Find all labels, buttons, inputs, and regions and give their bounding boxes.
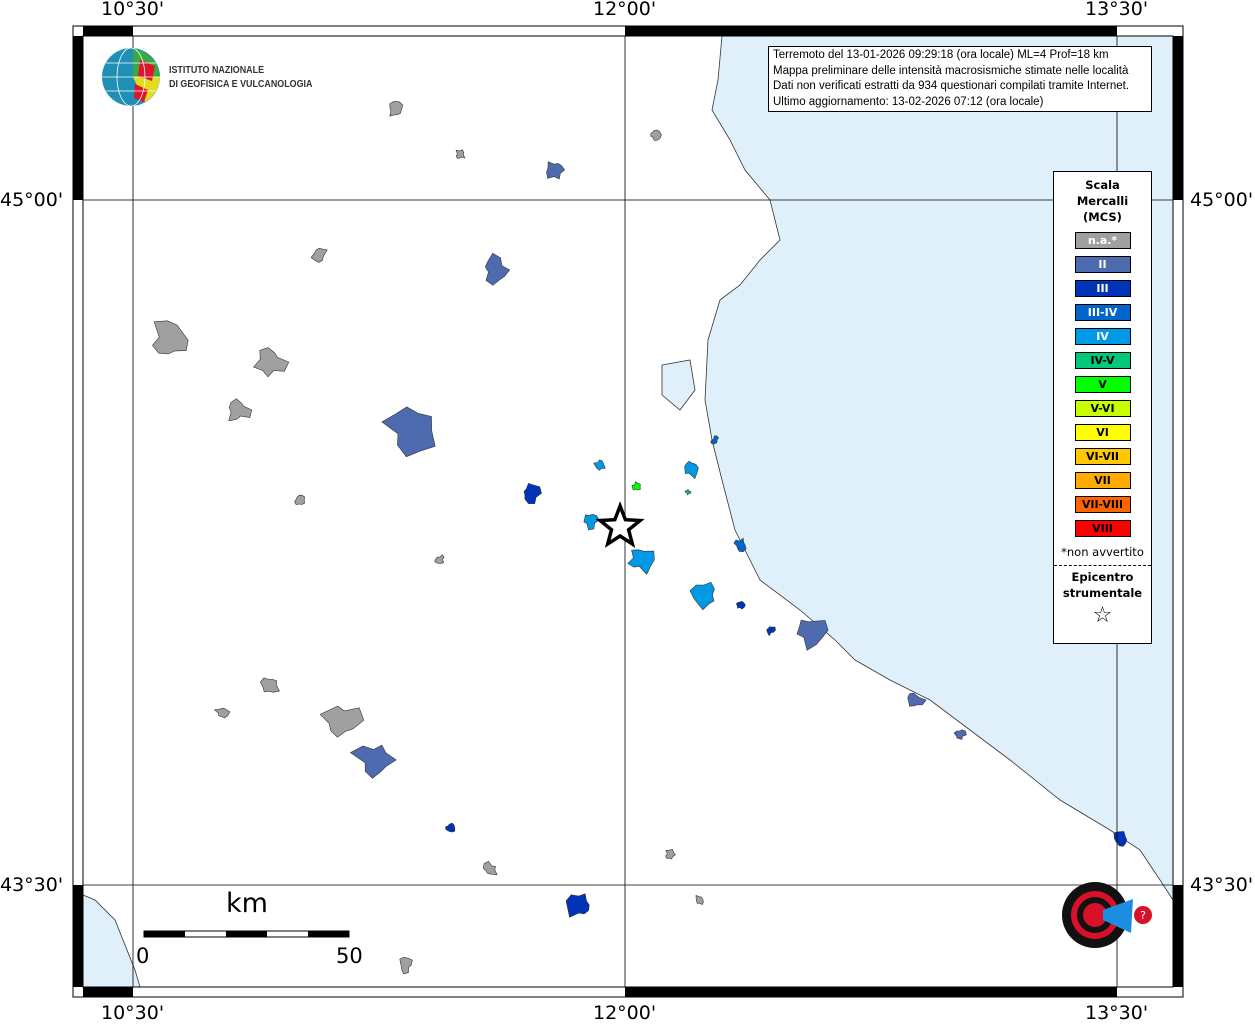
ingv-line2: DI GEOFISICA E VULCANOLOGIA bbox=[169, 78, 313, 90]
legend-divider bbox=[1054, 565, 1151, 566]
lat-tick-right-2: 43°30' bbox=[1190, 874, 1254, 896]
lat-tick-right-1: 45°00' bbox=[1190, 189, 1254, 211]
lon-tick-bottom-3: 13°30' bbox=[1085, 1002, 1149, 1024]
epicenter-legend-line: strumentale bbox=[1062, 586, 1143, 600]
data-disclaimer: Dati non verificati estratti da 934 ques… bbox=[773, 80, 1130, 92]
ingv-globe-logo bbox=[102, 47, 160, 107]
lon-tick-top-2: 12°00' bbox=[593, 0, 657, 20]
legend-swatches: n.a.* II III III-IV IV IV-V V V-VI VI VI-VII VII VI… bbox=[1054, 232, 1151, 537]
intensity-legend: Scala Mercalli (MCS) n.a.* II III III-IV IV I… bbox=[1053, 171, 1152, 644]
star-icon: ☆ bbox=[1092, 603, 1113, 628]
event-description: Terremoto del 13-01-2026 09:29:18 (ora l… bbox=[773, 49, 1109, 61]
epicenter-legend-title: Epicentro strumentale bbox=[1054, 569, 1151, 601]
legend-swatch: III-IV bbox=[1074, 304, 1131, 321]
legend-swatch: VI-VII bbox=[1074, 448, 1131, 465]
legend-swatch: VI bbox=[1074, 424, 1131, 441]
legend-swatch: V bbox=[1074, 376, 1131, 393]
last-update: Ultimo aggiornamento: 13-02-2026 07:12 (… bbox=[773, 95, 1044, 108]
map-description: Mappa preliminare delle intensità macros… bbox=[773, 64, 1129, 77]
svg-text:?: ? bbox=[1140, 909, 1146, 922]
scale-unit: km bbox=[226, 888, 268, 919]
legend-swatch: n.a.* bbox=[1074, 232, 1131, 249]
legend-swatch: V-VI bbox=[1074, 400, 1131, 417]
lon-tick-top-1: 10°30' bbox=[101, 0, 165, 20]
scale-start: 0 bbox=[136, 944, 150, 968]
legend-swatch: II bbox=[1074, 256, 1131, 273]
scale-end: 50 bbox=[336, 944, 363, 968]
lat-tick-left-2: 43°30' bbox=[0, 874, 64, 896]
scale-bar bbox=[143, 930, 350, 938]
legend-title: Scala Mercalli (MCS) bbox=[1054, 177, 1151, 225]
ingv-logo-text: ISTITUTO NAZIONALE DI GEOFISICA E VULCAN… bbox=[169, 63, 312, 91]
epicenter-legend-line: Epicentro bbox=[1071, 570, 1134, 584]
legend-swatch: III bbox=[1074, 280, 1131, 297]
ingv-line1: ISTITUTO NAZIONALE bbox=[169, 64, 265, 76]
legend-swatch: VII-VIII bbox=[1074, 496, 1131, 513]
lon-tick-bottom-1: 10°30' bbox=[101, 1002, 165, 1024]
legend-title-line: (MCS) bbox=[1083, 210, 1122, 224]
legend-note: *non avvertito bbox=[1061, 545, 1144, 559]
lat-tick-left-1: 45°00' bbox=[0, 189, 64, 211]
legend-swatch: VII bbox=[1074, 472, 1131, 489]
event-info-box: Terremoto del 13-01-2026 09:29:18 (ora l… bbox=[768, 46, 1152, 112]
legend-title-line: Mercalli bbox=[1076, 194, 1129, 208]
legend-swatch: IV bbox=[1074, 328, 1131, 345]
legend-swatch: IV-V bbox=[1074, 352, 1131, 369]
lon-tick-bottom-2: 12°00' bbox=[593, 1002, 657, 1024]
lon-tick-top-3: 13°30' bbox=[1085, 0, 1149, 20]
legend-title-line: Scala bbox=[1085, 178, 1120, 192]
legend-swatch: VIII bbox=[1074, 520, 1131, 537]
